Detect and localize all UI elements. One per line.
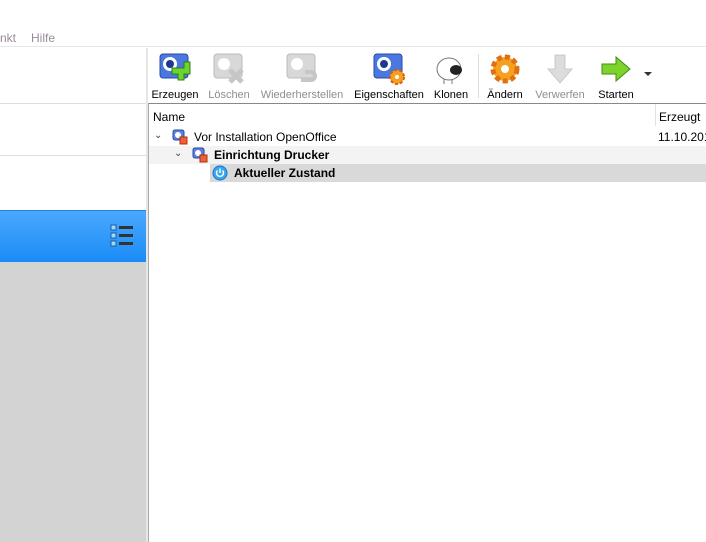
vm-list-panel: ) bbox=[0, 48, 146, 542]
tree-row[interactable]: ⌄ Einrichtung Drucker bbox=[149, 146, 706, 164]
discard-button[interactable]: Verwerfen bbox=[533, 52, 587, 101]
camera-delete-icon bbox=[213, 53, 244, 84]
menu-item-help[interactable]: Hilfe bbox=[31, 31, 55, 45]
start-dropdown-arrow-icon[interactable] bbox=[644, 72, 652, 76]
tree-row-current-state[interactable]: Aktueller Zustand bbox=[210, 164, 706, 182]
power-icon bbox=[212, 165, 228, 181]
divider bbox=[0, 155, 146, 156]
delete-snapshot-button[interactable]: Löschen bbox=[206, 52, 252, 101]
snapshot-icon bbox=[172, 129, 188, 145]
arrow-down-icon bbox=[546, 54, 574, 84]
restore-snapshot-button[interactable]: Wiederherstellen bbox=[260, 52, 344, 101]
snapshot-list-icon[interactable] bbox=[110, 224, 134, 248]
camera-restore-icon bbox=[286, 53, 317, 82]
divider bbox=[0, 103, 146, 104]
camera-plus-icon bbox=[159, 53, 191, 81]
snapshot-toolbar: Erzeugen Löschen Wiederherstellen Eigens… bbox=[148, 48, 706, 102]
menu-bar: nkt Hilfe bbox=[0, 28, 706, 47]
toolbar-separator bbox=[478, 54, 479, 98]
start-button[interactable]: Starten bbox=[595, 52, 637, 101]
vm-list-empty-area bbox=[0, 262, 146, 542]
column-divider[interactable] bbox=[655, 104, 656, 126]
column-header-created[interactable]: Erzeugt bbox=[659, 110, 700, 124]
gear-icon bbox=[490, 54, 520, 84]
snapshot-tree: Name Erzeugt ⌄ Vor Installation OpenOffi… bbox=[148, 103, 706, 542]
column-header-name[interactable]: Name bbox=[153, 110, 185, 124]
camera-gear-icon bbox=[373, 53, 405, 85]
tree-header: Name Erzeugt bbox=[149, 104, 706, 126]
sheep-icon bbox=[436, 57, 462, 84]
clone-button[interactable]: Klonen bbox=[432, 52, 470, 101]
tree-row[interactable]: ⌄ Vor Installation OpenOffice 11.10.201 bbox=[149, 128, 706, 146]
vm-list-item-selected[interactable]: ) bbox=[0, 210, 146, 262]
menu-item-snapshot[interactable]: nkt bbox=[0, 31, 16, 45]
chevron-down-icon[interactable]: ⌄ bbox=[154, 130, 162, 141]
arrow-right-icon bbox=[601, 55, 631, 83]
snapshot-properties-button[interactable]: Eigenschaften bbox=[354, 52, 424, 101]
chevron-down-icon[interactable]: ⌄ bbox=[174, 148, 182, 159]
settings-button[interactable]: Ändern bbox=[485, 52, 525, 101]
create-snapshot-button[interactable]: Erzeugen bbox=[151, 52, 199, 101]
snapshot-icon bbox=[192, 147, 208, 163]
